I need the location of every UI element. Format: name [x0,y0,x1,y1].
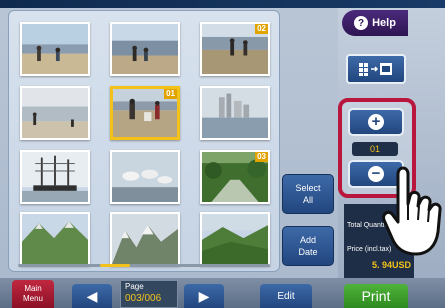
photo-thumbnail[interactable] [20,150,90,204]
tall-ship-photo [22,152,88,202]
seagulls-photo [112,152,178,202]
quantity-value: 01 [352,142,398,156]
help-label: Help [372,17,396,29]
price-value: 5. 94USD [371,260,411,270]
city-skyline-photo [202,88,268,138]
grid-to-single-layout-icon [359,63,392,76]
quantity-badge: 01 [164,89,177,99]
print-button[interactable]: Print [344,284,408,308]
mountain-valley-photo [22,214,88,264]
hand-pointer-icon [382,166,442,256]
photo-thumbnail[interactable]: 02 [200,22,270,76]
increase-quantity-button[interactable]: + [348,108,404,136]
green-hills-photo [202,214,268,264]
photo-thumbnail[interactable] [20,86,90,140]
main-menu-button[interactable]: Main Menu [12,280,54,308]
edit-button[interactable]: Edit [260,284,312,308]
top-strip [0,0,445,8]
plus-icon: + [368,114,384,130]
arrow-left-icon: ◀ [86,287,98,304]
arrow-right-icon: ▶ [198,287,210,304]
help-button[interactable]: ? Help [342,10,408,36]
quantity-badge: 03 [255,152,268,162]
select-all-button[interactable]: Select All [282,174,334,214]
grid-scrollbar[interactable] [18,264,270,267]
photo-thumbnail[interactable] [110,212,180,266]
photo-thumbnail-selected[interactable]: 01 [110,86,180,140]
scrollbar-thumb[interactable] [100,264,130,267]
quantity-badge: 02 [255,24,268,34]
photo-thumbnail[interactable] [20,22,90,76]
photo-thumbnail[interactable] [200,86,270,140]
rocky-mountains-photo [112,214,178,264]
page-number: 003/006 [125,293,162,304]
photo-thumbnail[interactable] [110,150,180,204]
previous-page-button[interactable]: ◀ [72,284,112,308]
beach-children-photo [22,24,88,74]
next-page-button[interactable]: ▶ [184,284,224,308]
photo-thumbnail[interactable] [200,212,270,266]
photo-thumbnail[interactable]: 03 [200,150,270,204]
photo-thumbnail[interactable] [20,212,90,266]
question-icon: ? [354,16,369,30]
sea-shore-photo [22,88,88,138]
beach-wading-photo [112,24,178,74]
add-date-button[interactable]: Add Date [282,226,334,266]
photo-thumbnail[interactable] [110,22,180,76]
page-label: Page [125,282,144,291]
page-indicator: Page 003/006 [120,280,178,308]
layout-toggle-button[interactable] [346,54,406,84]
